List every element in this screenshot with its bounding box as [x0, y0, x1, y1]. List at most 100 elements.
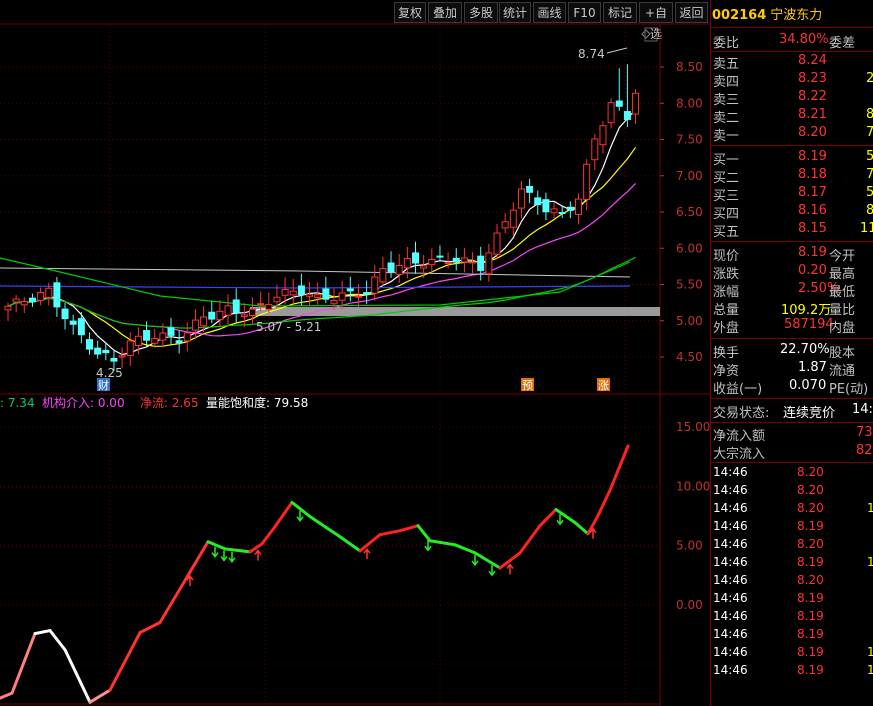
candle-body — [200, 316, 208, 327]
candle-body — [509, 209, 517, 228]
ask-price-1: 8.23 — [798, 71, 827, 86]
indicator-segment — [428, 539, 457, 547]
tick-price-7: 8.19 — [797, 591, 824, 605]
tick-vol-10: 1 — [867, 645, 873, 659]
sep-asks — [711, 145, 873, 146]
high-label: 8.74 — [578, 47, 605, 61]
candle-body — [110, 357, 118, 362]
tick-time-5: 14:46 — [713, 555, 748, 569]
indicator-segment — [518, 524, 542, 555]
stat-label-0: 换手 — [713, 346, 740, 361]
candle-body — [86, 339, 93, 350]
bid-price-4: 8.15 — [798, 221, 827, 236]
ma-long-green — [0, 257, 631, 307]
stock-name: 宁波东力 — [770, 8, 823, 23]
tick-time-9: 14:46 — [713, 627, 748, 641]
down-arrow-icon — [228, 551, 236, 563]
bid-label-3: 买四 — [713, 207, 740, 222]
indicator-segment — [10, 632, 37, 695]
ask-label-3: 卖二 — [713, 111, 740, 126]
flow-value-1: 82 — [856, 443, 873, 458]
indicator-segment — [33, 629, 52, 636]
tick-vol-11: 1 — [867, 663, 873, 677]
tick-time-8: 14:46 — [713, 609, 748, 623]
candle-body — [126, 340, 134, 356]
bid-label-1: 买二 — [713, 171, 740, 186]
indicator-segment — [538, 508, 558, 528]
tick-price-6: 8.20 — [797, 573, 824, 587]
candle-body — [28, 297, 36, 303]
quote-label2-3: 量比 — [829, 303, 856, 318]
candle-body — [501, 221, 509, 229]
ask-price-4: 8.20 — [798, 125, 827, 140]
tick-price-8: 8.19 — [797, 609, 824, 623]
candle-body — [599, 125, 607, 146]
indicator-segment — [138, 621, 162, 635]
indicator-axis-label: 5.00 — [676, 539, 703, 553]
candle-body — [257, 303, 265, 306]
weibi-label: 委比 — [713, 36, 740, 51]
candle-body — [379, 268, 387, 283]
tick-price-3: 8.19 — [797, 519, 824, 533]
scroll-button — [644, 27, 658, 42]
range-label: 5.07 - 5.21 — [256, 320, 321, 334]
indicator-segment — [358, 533, 382, 553]
price-axis-label: 7.50 — [676, 133, 703, 147]
stat-label2-1: 流通 — [829, 364, 856, 379]
candle-body — [428, 258, 436, 266]
indicator-segment — [63, 648, 92, 704]
stat-label2-2: PE(动) — [829, 382, 869, 397]
diamond-icon — [641, 29, 651, 39]
bid-label-2: 买三 — [713, 189, 740, 204]
candle-body — [623, 111, 631, 120]
tick-price-11: 8.19 — [797, 663, 824, 677]
candle-body — [566, 206, 574, 211]
indicator-axis-label: 15.00 — [676, 420, 710, 434]
candle-body — [159, 332, 167, 341]
candle-body — [175, 340, 183, 344]
indicator-segment — [223, 547, 252, 554]
candle-body — [395, 265, 403, 275]
candlestick-series — [4, 64, 640, 371]
down-arrow-icon — [556, 514, 564, 526]
quote-label-0: 现价 — [713, 249, 740, 264]
price-axis-label: 6.50 — [676, 205, 703, 219]
tick-time-7: 14:46 — [713, 591, 748, 605]
ask-label-4: 卖一 — [713, 129, 740, 144]
ma-120-line — [0, 267, 631, 278]
price-axis-label: 5.00 — [676, 314, 703, 328]
candle-body — [517, 188, 525, 209]
quote-label-1: 涨跌 — [713, 267, 740, 282]
down-arrow-icon — [488, 565, 496, 577]
down-arrow-icon — [220, 550, 228, 562]
trade-status-label: 交易状态: — [713, 406, 770, 421]
indicator-segment — [88, 688, 112, 704]
bid-vol-0: 5 — [866, 149, 873, 164]
candle-body — [363, 292, 371, 295]
stat-label-2: 收益(一) — [713, 382, 763, 397]
indicator-segment — [158, 595, 177, 625]
quote-label2-4: 内盘 — [829, 321, 856, 336]
indicator-segment — [108, 631, 142, 692]
weibi-value: 34.80% — [779, 32, 829, 47]
candle-body — [232, 299, 240, 314]
stock-title: 002164 宁波东力 — [712, 4, 873, 28]
chart-area[interactable]: 8.50 8.00 7.50 7.00 6.50 6.00 5.50 5.00 4.50 15.0… — [0, 0, 710, 706]
ask-label-2: 卖三 — [713, 93, 740, 108]
indicator-legend-1: 机构介入: 0.00 — [42, 395, 125, 410]
tick-time-4: 14:46 — [713, 537, 748, 551]
bid-label-4: 买五 — [713, 225, 740, 240]
candle-body — [102, 349, 110, 354]
quote-label-3: 总量 — [713, 303, 740, 318]
quote-value-1: 0.20 — [798, 263, 827, 278]
candle-body — [436, 255, 444, 258]
quote-label2-2: 最低 — [829, 285, 856, 300]
candle-body — [412, 252, 419, 264]
candle-body — [558, 212, 566, 215]
candle-body — [20, 301, 28, 306]
candle-body — [485, 252, 493, 275]
tick-time-2: 14:46 — [713, 501, 748, 515]
candle-body — [289, 290, 297, 296]
candle-body — [273, 296, 281, 303]
up-arrow-icon — [363, 547, 371, 560]
